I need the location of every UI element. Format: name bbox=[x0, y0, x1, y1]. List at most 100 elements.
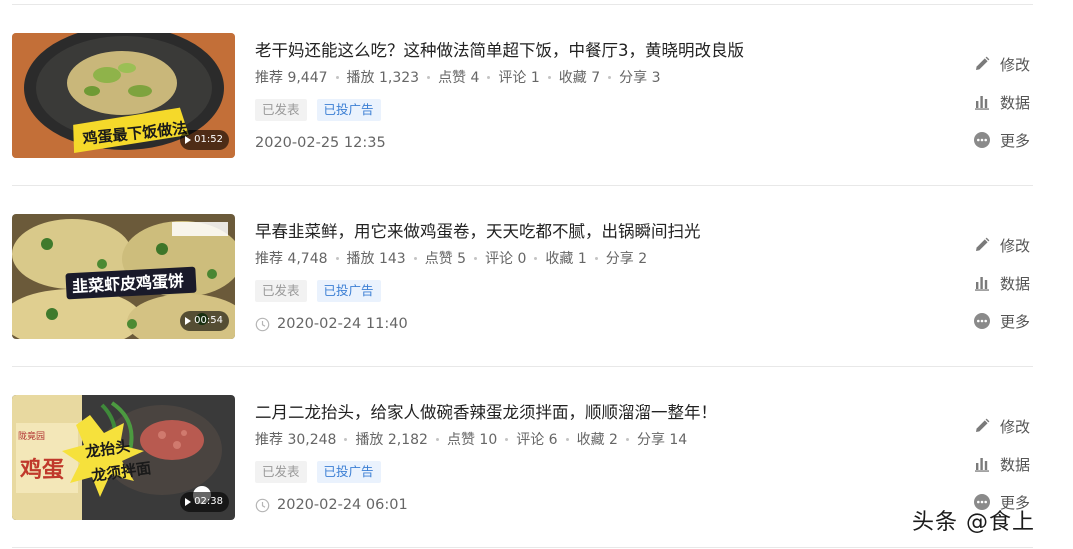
edit-button[interactable]: 修改 bbox=[973, 45, 1053, 83]
stat-recommend: 推荐 30,248 bbox=[255, 432, 337, 448]
publish-time-text: 2020-02-24 11:40 bbox=[277, 316, 408, 332]
stat-play: 播放 2,182 bbox=[355, 432, 428, 448]
data-button[interactable]: 数据 bbox=[973, 83, 1053, 121]
stat-share: 分享 3 bbox=[619, 70, 661, 86]
stat-play: 播放 1,323 bbox=[346, 70, 420, 86]
video-thumbnail[interactable]: 韭菜虾皮鸡蛋饼 00:54 bbox=[12, 214, 235, 339]
edit-label: 修改 bbox=[1000, 417, 1031, 436]
separator-dot bbox=[435, 437, 439, 441]
publish-time-text: 2020-02-25 12:35 bbox=[255, 135, 386, 151]
edit-button[interactable]: 修改 bbox=[973, 226, 1053, 264]
status-tags: 已发表 已投广告 bbox=[255, 99, 381, 121]
edit-label: 修改 bbox=[1000, 236, 1031, 255]
pencil-icon bbox=[976, 56, 990, 70]
publish-time-text: 2020-02-24 06:01 bbox=[277, 497, 408, 513]
separator-dot bbox=[594, 256, 598, 260]
video-thumbnail[interactable]: 陇竟园 鸡蛋 龙抬头 龙须拌面 02:38 bbox=[12, 395, 235, 520]
separator-dot bbox=[413, 256, 417, 260]
data-label: 数据 bbox=[1000, 93, 1031, 112]
play-icon bbox=[185, 317, 192, 325]
stat-recommend: 推荐 9,447 bbox=[255, 70, 328, 86]
separator-dot bbox=[335, 75, 339, 79]
article-actions: 修改 数据 更多 bbox=[973, 45, 1053, 159]
data-button[interactable]: 数据 bbox=[973, 445, 1053, 483]
edit-button[interactable]: 修改 bbox=[973, 407, 1053, 445]
stat-share: 分享 2 bbox=[605, 251, 648, 267]
svg-text:鸡蛋: 鸡蛋 bbox=[19, 457, 64, 483]
separator-dot bbox=[427, 75, 431, 79]
pencil-icon bbox=[976, 418, 990, 432]
stat-comment: 评论 1 bbox=[498, 70, 540, 86]
duration-badge: 02:38 bbox=[180, 492, 229, 512]
bar-chart-icon bbox=[975, 277, 989, 291]
stat-comment: 评论 6 bbox=[516, 432, 558, 448]
clock-icon bbox=[255, 317, 270, 331]
separator-dot bbox=[534, 256, 538, 260]
article-item: 韭菜虾皮鸡蛋饼 00:54 早春韭菜鲜，用它来做鸡蛋卷，天天吃都不腻，出锅瞬间扫… bbox=[0, 186, 1073, 367]
watermark: 头条 @食上 bbox=[912, 510, 1035, 535]
status-badge-published: 已发表 bbox=[255, 99, 307, 121]
separator-dot bbox=[335, 256, 339, 260]
pencil-icon bbox=[976, 237, 990, 251]
play-icon bbox=[185, 498, 192, 506]
duration-badge: 01:52 bbox=[180, 130, 229, 150]
item-divider bbox=[12, 547, 1033, 548]
stat-play: 播放 143 bbox=[346, 251, 406, 267]
play-icon bbox=[185, 136, 192, 144]
stat-share: 分享 14 bbox=[636, 432, 688, 448]
more-button[interactable]: 更多 bbox=[973, 302, 1053, 340]
status-badge-ad: 已投广告 bbox=[316, 461, 381, 483]
bar-chart-icon bbox=[975, 458, 989, 472]
article-stats: 推荐 30,248 播放 2,182 点赞 10 评论 6 收藏 2 分享 14 bbox=[255, 429, 687, 449]
more-label: 更多 bbox=[1000, 131, 1031, 150]
article-item: 鸡蛋最下饭做法 01:52 老干妈还能这么吃？这种做法简单超下饭，中餐厅3，黄晓… bbox=[0, 5, 1073, 186]
more-icon bbox=[974, 132, 990, 148]
article-title[interactable]: 老干妈还能这么吃？这种做法简单超下饭，中餐厅3，黄晓明改良版 bbox=[255, 37, 744, 61]
separator-dot bbox=[505, 437, 509, 441]
publish-time: 2020-02-25 12:35 bbox=[255, 135, 386, 151]
status-tags: 已发表 已投广告 bbox=[255, 280, 381, 302]
stat-collect: 收藏 2 bbox=[576, 432, 618, 448]
duration-text: 01:52 bbox=[194, 134, 223, 145]
duration-text: 00:54 bbox=[194, 315, 223, 326]
separator-dot bbox=[474, 256, 478, 260]
clock-icon bbox=[255, 498, 270, 512]
duration-text: 02:38 bbox=[194, 496, 223, 507]
more-icon bbox=[974, 313, 990, 329]
pack-brand: 陇竟园 bbox=[18, 430, 45, 442]
separator-dot bbox=[487, 75, 491, 79]
bar-chart-icon bbox=[975, 96, 989, 110]
stat-like: 点赞 10 bbox=[446, 432, 498, 448]
publish-time: 2020-02-24 11:40 bbox=[255, 316, 408, 332]
status-tags: 已发表 已投广告 bbox=[255, 461, 381, 483]
data-button[interactable]: 数据 bbox=[973, 264, 1053, 302]
article-title[interactable]: 二月二龙抬头，给家人做碗香辣蛋龙须拌面，顺顺溜溜一整年！ bbox=[255, 399, 717, 423]
article-actions: 修改 数据 更多 bbox=[973, 226, 1053, 340]
video-thumbnail[interactable]: 鸡蛋最下饭做法 01:52 bbox=[12, 33, 235, 158]
status-badge-ad: 已投广告 bbox=[316, 99, 381, 121]
stat-like: 点赞 4 bbox=[438, 70, 480, 86]
stat-collect: 收藏 1 bbox=[545, 251, 587, 267]
edit-label: 修改 bbox=[1000, 55, 1031, 74]
status-badge-ad: 已投广告 bbox=[316, 280, 381, 302]
separator-dot bbox=[625, 437, 629, 441]
more-button[interactable]: 更多 bbox=[973, 121, 1053, 159]
duration-badge: 00:54 bbox=[180, 311, 229, 331]
separator-dot bbox=[608, 75, 612, 79]
data-label: 数据 bbox=[1000, 455, 1031, 474]
stat-comment: 评论 0 bbox=[485, 251, 527, 267]
article-stats: 推荐 9,447 播放 1,323 点赞 4 评论 1 收藏 7 分享 3 bbox=[255, 67, 661, 87]
more-label: 更多 bbox=[1000, 312, 1031, 331]
stat-collect: 收藏 7 bbox=[558, 70, 601, 86]
separator-dot bbox=[565, 437, 569, 441]
separator-dot bbox=[344, 437, 348, 441]
status-badge-published: 已发表 bbox=[255, 280, 307, 302]
separator-dot bbox=[547, 75, 551, 79]
article-stats: 推荐 4,748 播放 143 点赞 5 评论 0 收藏 1 分享 2 bbox=[255, 248, 647, 268]
stat-like: 点赞 5 bbox=[424, 251, 467, 267]
status-badge-published: 已发表 bbox=[255, 461, 307, 483]
data-label: 数据 bbox=[1000, 274, 1031, 293]
stat-recommend: 推荐 4,748 bbox=[255, 251, 328, 267]
article-title[interactable]: 早春韭菜鲜，用它来做鸡蛋卷，天天吃都不腻，出锅瞬间扫光 bbox=[255, 218, 701, 242]
publish-time: 2020-02-24 06:01 bbox=[255, 497, 408, 513]
